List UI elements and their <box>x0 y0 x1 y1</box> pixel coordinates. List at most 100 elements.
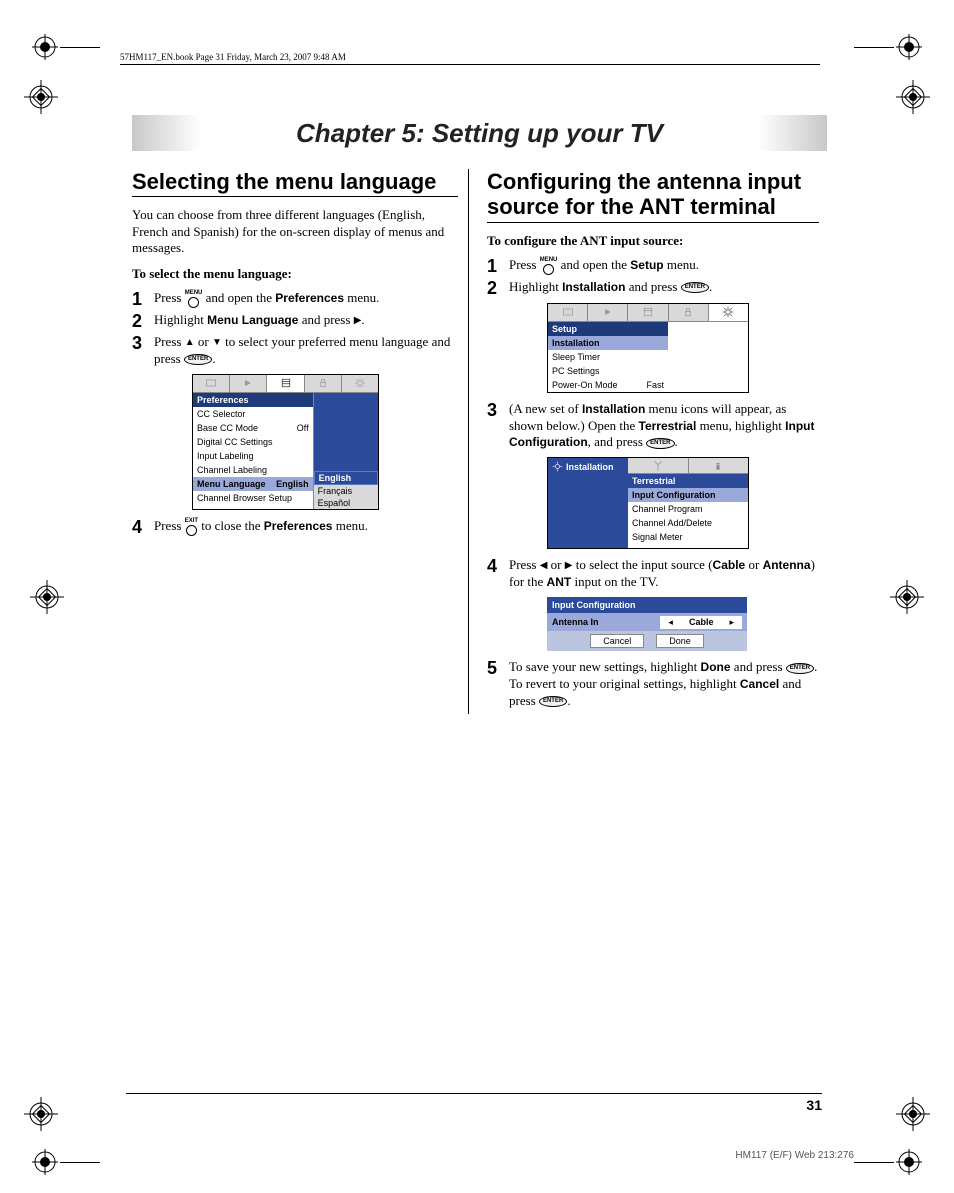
osd-setup: Setup Installation Sleep Timer PC Settin… <box>547 303 749 393</box>
step-r4: 4 Press ◀ or ▶ to select the input sourc… <box>487 557 819 591</box>
osd-row: Channel Add/Delete <box>628 516 748 530</box>
crop-mark-icon <box>896 1097 930 1131</box>
step-number: 5 <box>487 659 509 677</box>
osd-tab-icon <box>669 304 709 321</box>
left-column: Selecting the menu language You can choo… <box>132 169 469 714</box>
antenna-icon <box>628 458 688 473</box>
osd-row: Channel Labeling <box>193 463 313 477</box>
done-button: Done <box>656 634 704 648</box>
enter-button-icon: ENTER <box>786 663 814 674</box>
osd-row: Signal Meter <box>628 530 748 544</box>
osd-tab-icon <box>305 375 342 392</box>
input-label: Antenna In <box>552 617 660 627</box>
osd-option: Français <box>314 485 378 497</box>
crop-mark-icon <box>30 580 64 614</box>
step-text: (A new set of Installation menu icons wi… <box>509 401 819 452</box>
step-r3: 3 (A new set of Installation menu icons … <box>487 401 819 452</box>
step-4: 4 Press EXIT to close the Preferences me… <box>132 518 458 536</box>
menu-button-icon: MENU <box>185 290 203 308</box>
osd-row: Digital CC Settings <box>193 435 313 449</box>
osd-row: Channel Program <box>628 502 748 516</box>
input-selector: ◂ Cable ▸ <box>660 616 742 629</box>
step-r5: 5 To save your new settings, highlight D… <box>487 659 819 710</box>
step-number: 2 <box>487 279 509 297</box>
osd-installation: Installation Terrestrial Input Configura… <box>547 457 749 549</box>
osd-tab-icon <box>230 375 267 392</box>
exit-button-icon: EXIT <box>185 518 198 536</box>
osd-row-selected: Menu LanguageEnglish <box>193 477 313 491</box>
osd-row-selected: Input Configuration <box>628 488 748 502</box>
cancel-button: Cancel <box>590 634 644 648</box>
osd-input-config: Input Configuration Antenna In ◂ Cable ▸… <box>547 597 747 651</box>
osd-header: Input Configuration <box>547 597 747 613</box>
osd-row: PC Settings <box>548 364 668 378</box>
osd-preferences: Preferences CC Selector Base CC ModeOff … <box>192 374 379 510</box>
osd-tab-icon <box>267 375 304 392</box>
bookmark-text: 57HM117_EN.book Page 31 Friday, March 23… <box>120 52 346 62</box>
enter-button-icon: ENTER <box>646 438 674 449</box>
osd-row: Base CC ModeOff <box>193 421 313 435</box>
step-text: Press MENU and open the Setup menu. <box>509 257 819 275</box>
osd-title: Setup <box>548 322 668 336</box>
step-text: Press EXIT to close the Preferences menu… <box>154 518 458 536</box>
step-number: 4 <box>132 518 154 536</box>
osd-row-selected: Installation <box>548 336 668 350</box>
content-area: Chapter 5: Setting up your TV Selecting … <box>132 115 827 714</box>
step-text: Press MENU and open the Preferences menu… <box>154 290 458 308</box>
osd-row: Input Labeling <box>193 449 313 463</box>
footer-id: HM117 (E/F) Web 213:276 <box>735 1150 854 1161</box>
chapter-title: Chapter 5: Setting up your TV <box>132 115 827 151</box>
step-text: Highlight Menu Language and press ▶. <box>154 312 458 329</box>
osd-header: Terrestrial <box>628 474 748 488</box>
menu-button-icon: MENU <box>540 257 558 275</box>
step-number: 2 <box>132 312 154 330</box>
step-number: 1 <box>487 257 509 275</box>
crop-mark-icon <box>890 580 924 614</box>
section-heading-left: Selecting the menu language <box>132 169 458 197</box>
osd-option: Español <box>314 497 378 509</box>
enter-button-icon: ENTER <box>539 696 567 707</box>
step-r1: 1 Press MENU and open the Setup menu. <box>487 257 819 275</box>
right-column: Configuring the antenna input source for… <box>469 169 819 714</box>
osd-row: CC Selector <box>193 407 313 421</box>
osd-tabs <box>548 304 748 322</box>
step-2: 2 Highlight Menu Language and press ▶. <box>132 312 458 330</box>
down-arrow-icon: ▼ <box>212 338 222 348</box>
crop-mark-icon <box>24 1097 58 1131</box>
osd-tab-icon <box>709 304 748 321</box>
gear-icon <box>552 461 563 472</box>
section-heading-right: Configuring the antenna input source for… <box>487 169 819 223</box>
page-number: 31 <box>806 1097 822 1113</box>
input-value: Cable <box>689 617 714 627</box>
left-arrow-icon: ◂ <box>668 617 673 628</box>
osd-tab-icon <box>193 375 230 392</box>
step-number: 4 <box>487 557 509 575</box>
manual-page: 57HM117_EN.book Page 31 Friday, March 23… <box>0 0 954 1193</box>
osd-row: Channel Browser Setup <box>193 491 313 505</box>
subheading-right: To configure the ANT input source: <box>487 233 819 249</box>
crop-mark-icon <box>24 80 58 114</box>
bookmark-header: 57HM117_EN.book Page 31 Friday, March 23… <box>120 52 820 65</box>
step-number: 3 <box>487 401 509 419</box>
step-text: Press ◀ or ▶ to select the input source … <box>509 557 819 591</box>
osd-row: Sleep Timer <box>548 350 668 364</box>
osd-option-selected: English <box>314 471 378 485</box>
crop-mark-icon <box>32 1149 58 1175</box>
crop-mark-icon <box>896 1149 922 1175</box>
osd-input-row: Antenna In ◂ Cable ▸ <box>547 613 747 631</box>
right-arrow-icon: ▶ <box>354 316 362 326</box>
step-1: 1 Press MENU and open the Preferences me… <box>132 290 458 308</box>
step-r2: 2 Highlight Installation and press ENTER… <box>487 279 819 297</box>
step-3: 3 Press ▲ or ▼ to select your preferred … <box>132 334 458 368</box>
crop-mark-icon <box>896 80 930 114</box>
osd-tab-icon <box>628 304 668 321</box>
crop-mark-icon <box>896 34 922 60</box>
step-text: To save your new settings, highlight Don… <box>509 659 819 710</box>
up-arrow-icon: ▲ <box>185 338 195 348</box>
osd-tabs <box>193 375 378 393</box>
step-text: Press ▲ or ▼ to select your preferred me… <box>154 334 458 368</box>
step-number: 3 <box>132 334 154 352</box>
step-number: 1 <box>132 290 154 308</box>
step-text: Highlight Installation and press ENTER. <box>509 279 819 296</box>
osd-button-row: Cancel Done <box>547 631 747 651</box>
